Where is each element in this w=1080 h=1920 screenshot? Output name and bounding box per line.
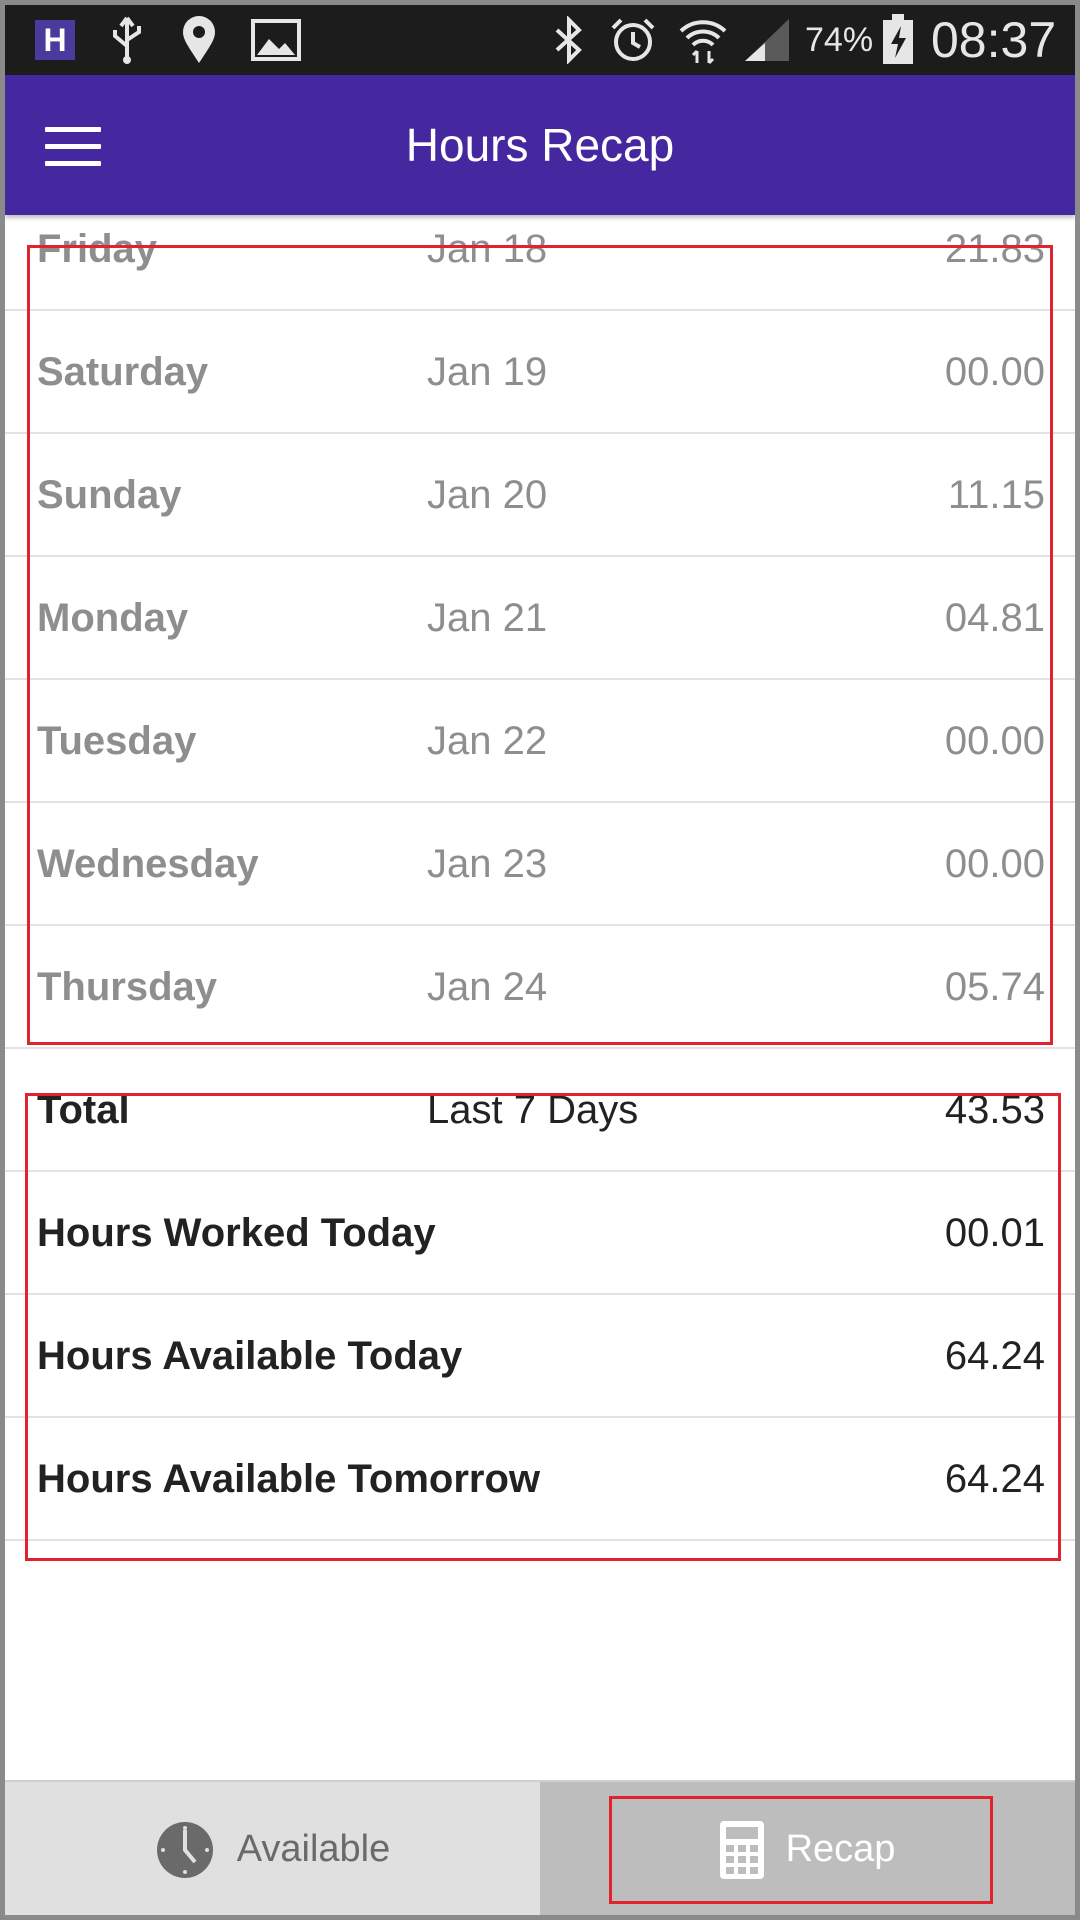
day-name: Thursday [37,965,218,1009]
signal-icon [743,5,791,75]
bottom-navigation: Available Recap [5,1780,1075,1915]
day-row[interactable]: Wednesday Jan 23 00.00 [5,804,1075,926]
summary-hours: 64.24 [944,1334,1045,1378]
summary-label: Hours Available Today [37,1334,463,1378]
day-date: Jan 22 [427,719,548,763]
day-name: Saturday [37,350,209,394]
day-date: Jan 20 [427,473,548,517]
day-date: Jan 18 [427,227,548,271]
app-notification-icon: H [35,5,75,75]
day-date: Jan 19 [427,350,548,394]
day-row[interactable]: Tuesday Jan 22 00.00 [5,681,1075,803]
day-hours: 04.81 [944,596,1045,640]
image-icon [251,5,301,75]
menu-icon[interactable] [45,127,101,167]
alarm-icon [609,5,657,75]
day-hours: 00.00 [944,719,1045,763]
summary-label: Total [37,1088,130,1132]
hours-available-today-row: Hours Available Today 64.24 [5,1296,1075,1418]
tab-available-label: Available [236,1828,391,1870]
battery-charging-icon [881,5,915,75]
hours-available-tomorrow-row: Hours Available Tomorrow 64.24 [5,1419,1075,1541]
day-name: Friday [37,227,158,271]
tab-recap-label: Recap [785,1828,896,1870]
summary-period: Last 7 Days [427,1088,639,1132]
total-row: Total Last 7 Days 43.53 [5,1050,1075,1172]
app-screen: H 74% 08:37 Hours Recap Friday Jan 18 21… [5,5,1075,1915]
tab-recap[interactable]: Recap [540,1782,1075,1915]
summary-hours: 64.24 [944,1457,1045,1501]
day-hours: 05.74 [944,965,1045,1009]
day-name: Wednesday [37,842,259,886]
day-hours: 00.00 [944,350,1045,394]
summary-label: Hours Available Tomorrow [37,1457,541,1501]
day-hours: 11.15 [947,473,1045,517]
day-row[interactable]: Monday Jan 21 04.81 [5,558,1075,680]
day-date: Jan 21 [427,596,548,640]
day-name: Tuesday [37,719,197,763]
summary-label: Hours Worked Today [37,1211,436,1255]
day-row[interactable]: Friday Jan 18 21.83 [5,189,1075,311]
day-hours: 00.00 [944,842,1045,886]
day-name: Sunday [37,473,182,517]
day-row[interactable]: Sunday Jan 20 11.15 [5,435,1075,557]
day-row[interactable]: Saturday Jan 19 00.00 [5,312,1075,434]
wifi-icon [677,5,729,75]
clock-icon [156,1821,213,1878]
battery-percent: 74% [805,20,874,59]
day-name: Monday [37,596,189,640]
location-icon [179,5,219,75]
usb-icon [109,5,145,75]
hours-worked-today-row: Hours Worked Today 00.01 [5,1173,1075,1295]
day-date: Jan 23 [427,842,548,886]
day-row[interactable]: Thursday Jan 24 05.74 [5,927,1075,1049]
app-badge: H [35,20,75,60]
summary-hours: 00.01 [944,1211,1045,1255]
status-bar: H 74% 08:37 [5,5,1075,75]
day-date: Jan 24 [427,965,548,1009]
clock-time: 08:37 [931,12,1057,68]
tab-available[interactable]: Available [5,1782,540,1915]
bluetooth-icon [551,5,587,75]
calculator-icon [719,1820,764,1879]
summary-hours: 43.53 [944,1088,1045,1132]
day-hours: 21.83 [944,227,1045,271]
